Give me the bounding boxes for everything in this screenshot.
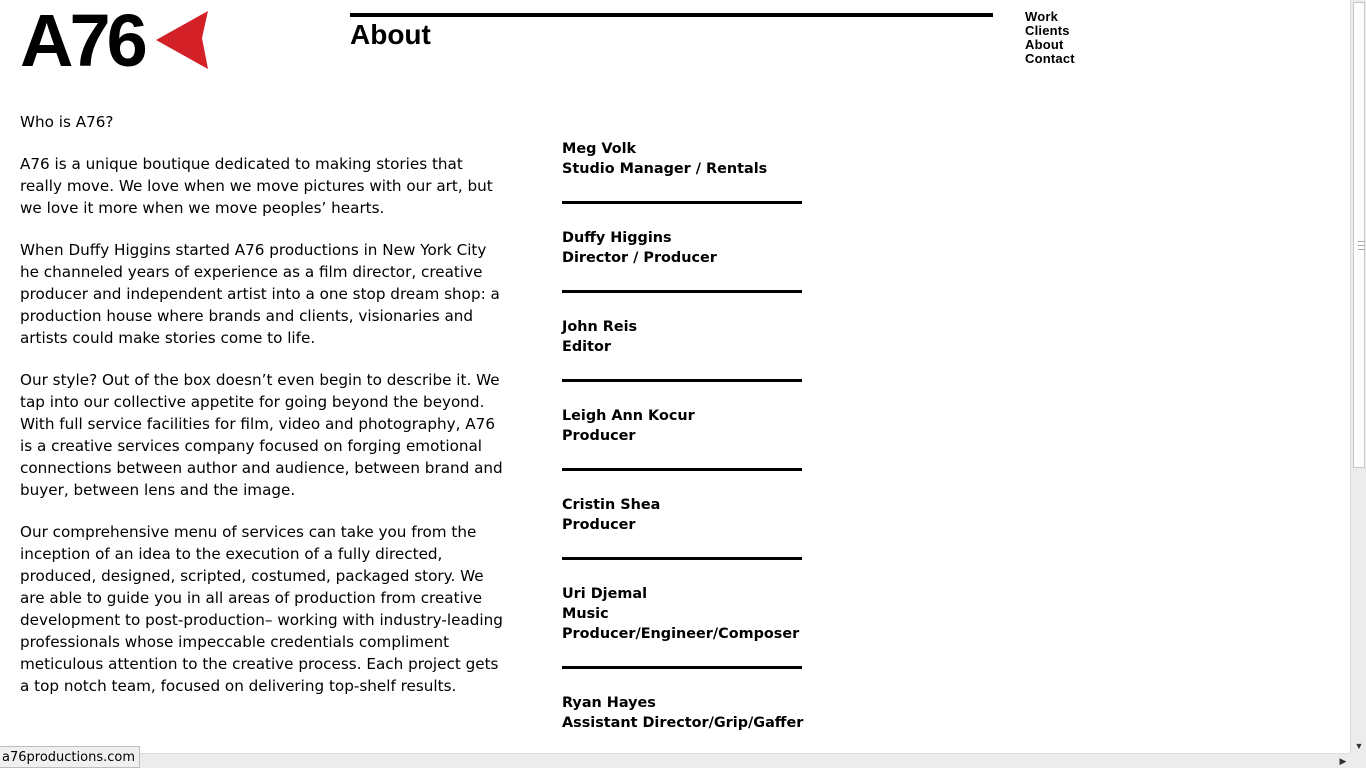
member-name: Uri Djemal [562,586,648,602]
status-bar-url: a76productions.com [0,746,140,768]
member-role: Producer/Engineer/Composer [562,626,800,642]
intro-question: Who is A76? [20,113,114,131]
nav-link-work[interactable]: Work [1025,9,1058,24]
logo-arrow-icon [155,11,208,69]
member-name: John Reis [562,319,638,335]
about-copy: Who is A76? A76 is a unique boutique ded… [20,111,505,717]
main-nav: Work Clients About Contact [1025,10,1075,66]
arrow-right-icon[interactable]: ▶ [1336,754,1350,768]
member-role: Director / Producer [562,250,717,266]
nav-link-about[interactable]: About [1025,37,1064,52]
member-role: Music [562,606,609,622]
scrollbar-grip-icon [1358,241,1365,250]
vertical-scrollbar[interactable]: ▼ [1350,0,1366,753]
team-list: Meg Volk Studio Manager / Rentals Duffy … [562,139,804,753]
nav-item-contact: Contact [1025,52,1075,66]
logo-text: A76 [20,0,148,82]
member-name: Cristin Shea [562,497,661,513]
team-member: Leigh Ann Kocur Producer [562,406,802,471]
team-member: Duffy Higgins Director / Producer [562,228,802,293]
intro-paragraph: When Duffy Higgins started A76 productio… [20,241,500,347]
team-member: Meg Volk Studio Manager / Rentals [562,139,802,204]
scrollbar-thumb[interactable] [1353,2,1365,468]
nav-item-work: Work [1025,10,1075,24]
page-title: About [350,19,431,50]
member-role: Assistant Director/Grip/Gaffer [562,715,804,731]
member-role: Editor [562,339,611,355]
member-role: Producer [562,517,636,533]
nav-item-clients: Clients [1025,24,1075,38]
intro-paragraph: Our comprehensive menu of services can t… [20,523,503,695]
site-logo[interactable]: A76 [20,0,210,82]
horizontal-scrollbar[interactable]: ▶ [0,753,1350,768]
scrollbar-corner [1350,753,1366,768]
member-role: Studio Manager / Rentals [562,161,768,177]
page-viewport: A76 About Work Clients About Contact Who… [0,0,1350,753]
member-name: Leigh Ann Kocur [562,408,695,424]
member-name: Ryan Hayes [562,695,656,711]
intro-paragraph: Our style? Out of the box doesn’t even b… [20,371,503,499]
member-role: Producer [562,428,636,444]
nav-link-clients[interactable]: Clients [1025,23,1070,38]
nav-link-contact[interactable]: Contact [1025,51,1075,66]
member-name: Meg Volk [562,141,637,157]
team-member: Cristin Shea Producer [562,495,802,560]
arrow-down-icon[interactable]: ▼ [1351,739,1366,753]
title-rule [350,13,993,17]
member-name: Duffy Higgins [562,230,672,246]
team-member: Ryan Hayes Assistant Director/Grip/Gaffe… [562,693,804,753]
team-member: Uri Djemal Music Producer/Engineer/Compo… [562,584,802,669]
intro-paragraph: A76 is a unique boutique dedicated to ma… [20,155,493,217]
nav-item-about: About [1025,38,1075,52]
team-member: John Reis Editor [562,317,802,382]
